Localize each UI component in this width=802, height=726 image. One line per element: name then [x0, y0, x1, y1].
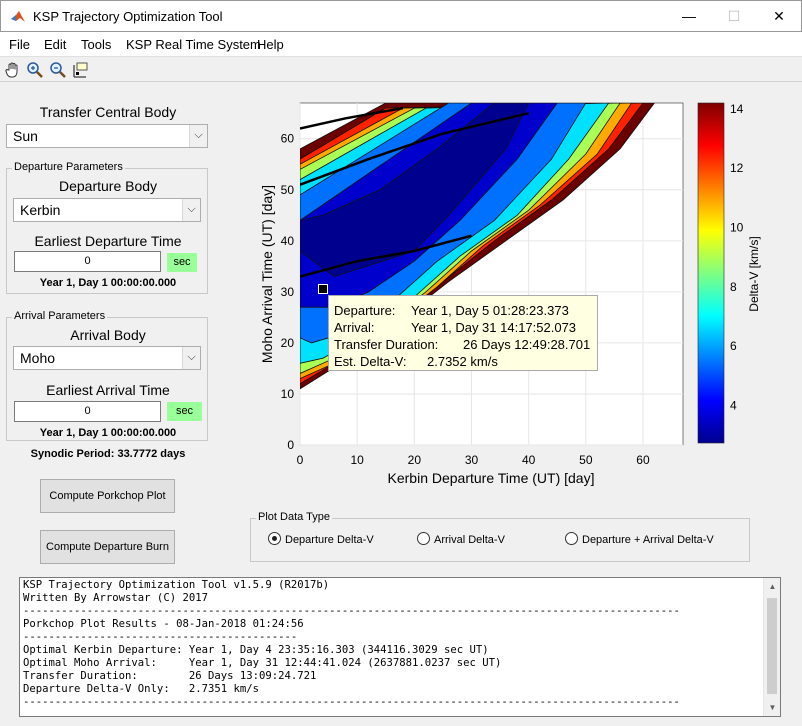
chevron-down-icon: ⌵ [182, 347, 200, 369]
menu-tools[interactable]: Tools [81, 37, 111, 52]
x-tick-label: 0 [297, 453, 304, 467]
departure-body-value: Kerbin [20, 202, 61, 218]
arrival-body-label: Arrival Body [70, 327, 146, 343]
menu-help[interactable]: Help [257, 37, 284, 52]
chevron-down-icon: ⌵ [189, 125, 207, 147]
datatip-departure-label: Departure: [334, 303, 396, 318]
console-output[interactable]: KSP Trajectory Optimization Tool v1.5.9 … [19, 577, 781, 717]
y-tick-label: 0 [287, 438, 294, 452]
colorbar-tick-label: 4 [730, 398, 737, 412]
pan-hand-icon[interactable] [4, 61, 22, 79]
x-tick-label: 40 [522, 453, 536, 467]
scroll-thumb[interactable] [767, 598, 777, 694]
departure-group-title: Departure Parameters [12, 161, 125, 173]
close-button[interactable]: ✕ [759, 5, 799, 29]
console-text: KSP Trajectory Optimization Tool v1.5.9 … [23, 579, 680, 708]
compute-porkchop-button[interactable]: Compute Porkchop Plot [40, 479, 175, 513]
y-tick-label: 30 [281, 285, 295, 299]
colorbar-tick-label: 14 [730, 102, 744, 116]
y-tick-label: 40 [281, 234, 295, 248]
earliest-departure-label: Earliest Departure Time [34, 233, 182, 249]
earliest-arrival-input[interactable]: 0 [14, 401, 161, 422]
x-tick-labels: 0 10 20 30 40 50 60 [297, 453, 650, 467]
datatip-arrival-value: Year 1, Day 31 14:17:52.073 [411, 320, 577, 335]
menu-edit[interactable]: Edit [44, 37, 66, 52]
colorbar-tick-label: 6 [730, 339, 737, 353]
y-tick-label: 20 [281, 336, 295, 350]
radio-departure-delta-v[interactable]: Departure Delta-V [268, 532, 374, 546]
menu-realtime[interactable]: KSP Real Time System [126, 37, 261, 52]
matlab-logo-icon [11, 11, 25, 22]
colorbar [697, 102, 725, 444]
radio-label: Departure + Arrival Delta-V [582, 534, 714, 546]
data-cursor-icon[interactable] [71, 61, 89, 79]
radio-departure-arrival-delta-v[interactable]: Departure + Arrival Delta-V [565, 532, 714, 546]
scroll-down-icon[interactable]: ▼ [764, 699, 780, 716]
arrival-date-text: Year 1, Day 1 00:00:00.000 [39, 427, 177, 439]
zoom-out-icon[interactable] [49, 61, 67, 79]
x-tick-label: 50 [579, 453, 593, 467]
console-scrollbar[interactable]: ▲ ▼ [763, 578, 780, 716]
arrival-unit-badge: sec [167, 402, 202, 421]
datatip-deltav-label: Est. Delta-V: [334, 354, 407, 369]
earliest-arrival-label: Earliest Arrival Time [46, 382, 170, 398]
y-tick-labels: 0 10 20 30 40 50 60 [281, 132, 295, 452]
x-tick-label: 20 [408, 453, 422, 467]
x-tick-label: 10 [350, 453, 364, 467]
colorbar-tick-label: 8 [730, 280, 737, 294]
colorbar-tick-labels: 4 6 8 10 12 14 [730, 102, 744, 412]
central-body-value: Sun [13, 128, 38, 144]
chevron-down-icon: ⌵ [182, 199, 200, 221]
colorbar-label: Delta-V [km/s] [747, 236, 761, 311]
toolbar [0, 56, 802, 82]
departure-body-select[interactable]: Kerbin ⌵ [13, 198, 201, 222]
x-tick-label: 60 [636, 453, 650, 467]
y-tick-label: 10 [281, 387, 295, 401]
departure-unit-badge: sec [167, 253, 197, 272]
datatip-deltav-value: 2.7352 km/s [427, 354, 498, 369]
window-title: KSP Trajectory Optimization Tool [33, 9, 223, 24]
x-tick-label: 30 [465, 453, 479, 467]
y-axis-label: Moho Arrival Time (UT) [day] [259, 185, 275, 363]
arrival-group-title: Arrival Parameters [12, 310, 108, 322]
central-body-label: Transfer Central Body [39, 104, 177, 120]
datatip-arrival-label: Arrival: [334, 320, 375, 335]
central-body-select[interactable]: Sun ⌵ [6, 124, 208, 148]
radio-unselected-icon [417, 532, 430, 545]
compute-departure-burn-button[interactable]: Compute Departure Burn [40, 530, 175, 564]
maximize-button[interactable]: ☐ [714, 5, 754, 29]
departure-date-text: Year 1, Day 1 00:00:00.000 [39, 277, 177, 289]
datatip-duration-label: Transfer Duration: [334, 337, 439, 352]
radio-arrival-delta-v[interactable]: Arrival Delta-V [417, 532, 505, 546]
y-tick-label: 60 [281, 132, 295, 146]
radio-selected-icon [268, 532, 281, 545]
datatip-departure-value: Year 1, Day 5 01:28:23.373 [411, 303, 569, 318]
colorbar-tick-label: 10 [730, 220, 744, 234]
departure-body-label: Departure Body [58, 178, 158, 194]
radio-label: Arrival Delta-V [434, 534, 505, 546]
datatip-duration-value: 26 Days 12:49:28.701 [463, 337, 591, 352]
plot-data-type-title: Plot Data Type [256, 511, 332, 523]
x-axis-label: Kerbin Departure Time (UT) [day] [388, 470, 595, 486]
radio-unselected-icon [565, 532, 578, 545]
radio-label: Departure Delta-V [285, 534, 374, 546]
menu-file[interactable]: File [9, 37, 30, 52]
zoom-in-icon[interactable] [26, 61, 44, 79]
y-tick-label: 50 [281, 183, 295, 197]
title-bar: KSP Trajectory Optimization Tool — ☐ ✕ [0, 0, 802, 32]
arrival-body-select[interactable]: Moho ⌵ [13, 346, 201, 370]
datatip: Departure: Year 1, Day 5 01:28:23.373 Ar… [328, 295, 598, 371]
menu-bar: File Edit Tools KSP Real Time System Hel… [0, 32, 802, 56]
datatip-marker[interactable] [318, 284, 328, 294]
earliest-departure-input[interactable]: 0 [14, 251, 161, 272]
arrival-body-value: Moho [20, 350, 56, 366]
minimize-button[interactable]: — [669, 5, 709, 29]
colorbar-tick-label: 12 [730, 161, 744, 175]
scroll-up-icon[interactable]: ▲ [764, 578, 780, 595]
synodic-period-text: Synodic Period: 33.7772 days [30, 448, 186, 460]
